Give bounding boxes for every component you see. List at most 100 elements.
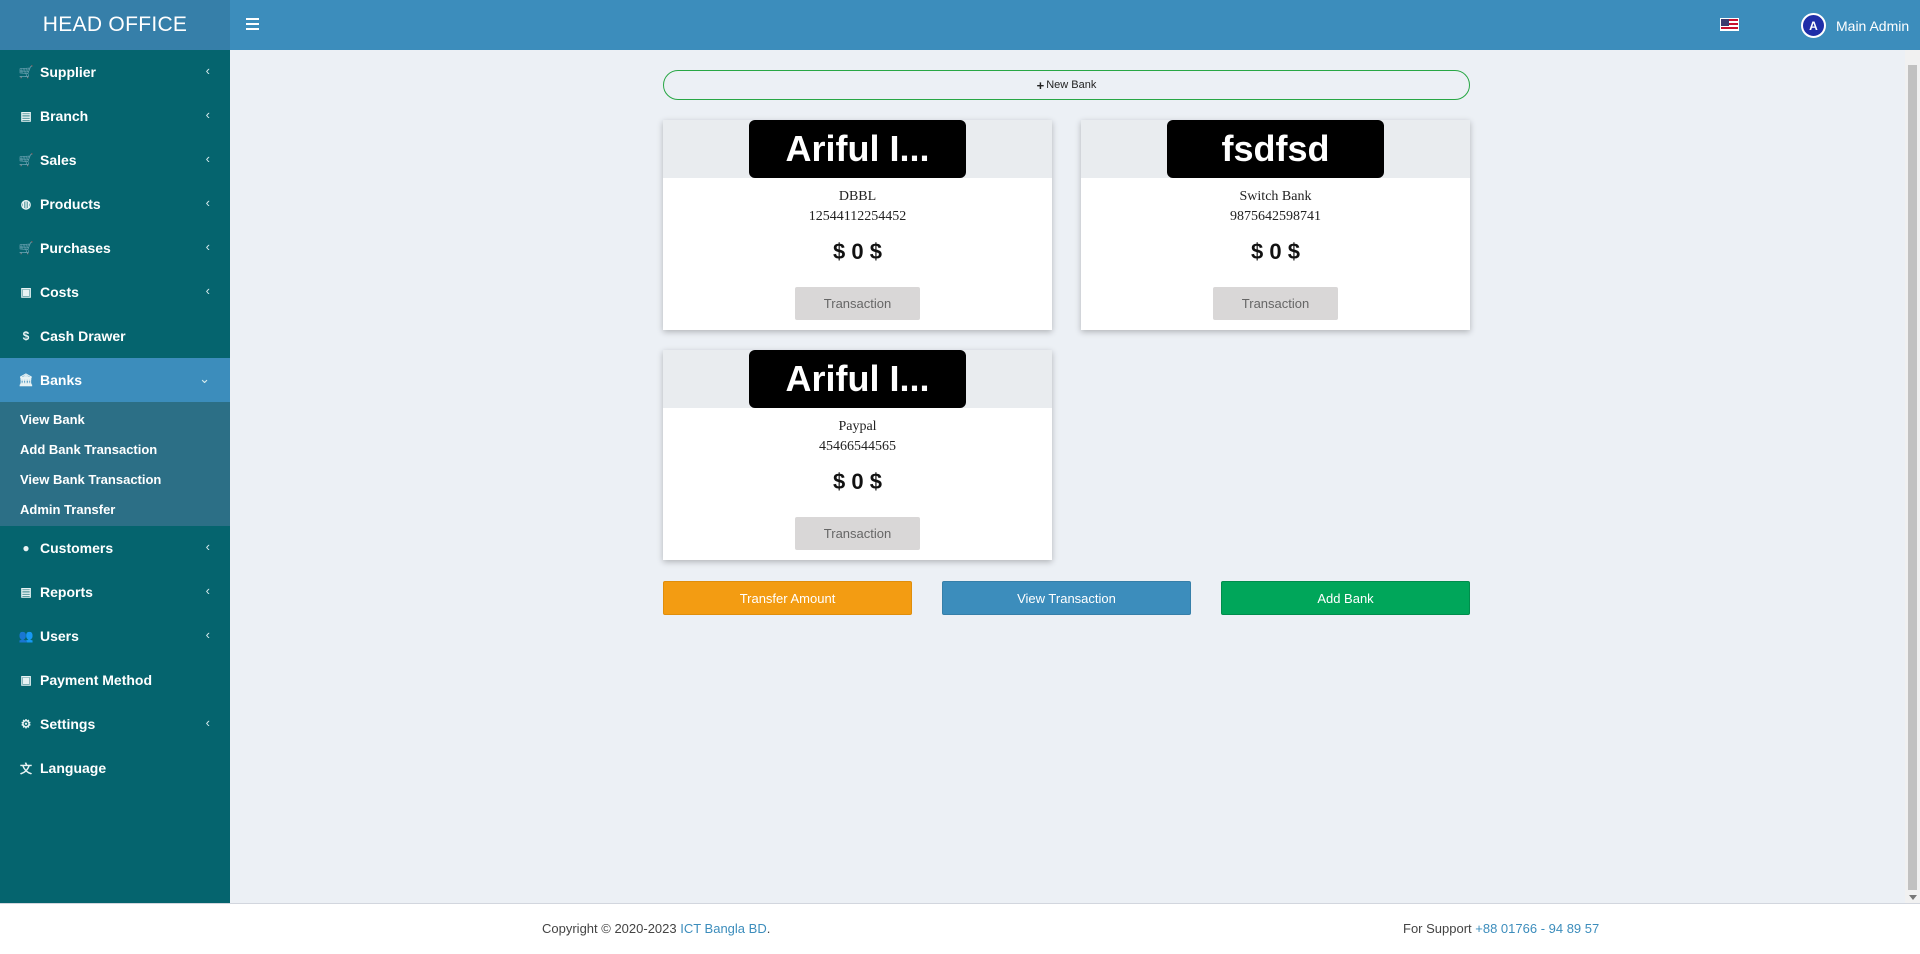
bank-card-header: Ariful I...: [663, 350, 1052, 408]
account-number: 9875642598741: [1230, 209, 1321, 224]
bank-balance: $ 0 $: [1251, 239, 1300, 264]
transaction-button[interactable]: Transaction: [1213, 287, 1338, 320]
new-bank-button[interactable]: + New Bank: [663, 70, 1470, 100]
sidebar-item-label: Customers: [40, 540, 114, 556]
bank-logo: Ariful I...: [749, 350, 966, 408]
dollar-icon: $: [22, 329, 30, 343]
user-name: Main Admin: [1836, 17, 1910, 34]
chevron-down-icon: ⌄: [199, 371, 210, 386]
sidebar-item-label: Language: [40, 760, 107, 776]
sidebar-item-costs[interactable]: ▣ Costs ‹: [0, 270, 230, 314]
copyright-prefix: Copyright © 2020-2023: [542, 921, 681, 936]
sidebar-item-customers[interactable]: ● Customers ‹: [0, 526, 230, 570]
scrollbar[interactable]: [1905, 50, 1920, 903]
sidebar-item-users[interactable]: 👥 Users ‹: [0, 614, 230, 658]
cart-icon: 🛒: [18, 241, 34, 255]
sidebar-item-reports[interactable]: ▤ Reports ‹: [0, 570, 230, 614]
sidebar-item-payment-method[interactable]: ▣ Payment Method: [0, 658, 230, 702]
company-link[interactable]: ICT Bangla BD: [680, 921, 766, 936]
sidebar-item-branch[interactable]: ▤ Branch ‹: [0, 94, 230, 138]
chevron-left-icon: ‹: [205, 107, 210, 122]
user-icon: ●: [22, 541, 30, 555]
submenu-item-view-bank[interactable]: View Bank: [0, 404, 230, 434]
transfer-amount-button[interactable]: Transfer Amount: [663, 581, 912, 615]
chevron-left-icon: ‹: [205, 239, 210, 254]
sidebar-item-label: Sales: [40, 152, 77, 168]
bank-balance: $ 0 $: [833, 469, 882, 494]
sidebar-item-label: Purchases: [40, 240, 111, 256]
sidebar-item-label: Reports: [40, 584, 93, 600]
sidebar-item-products[interactable]: ◍ Products ‹: [0, 182, 230, 226]
cart-icon: 🛒: [18, 65, 34, 79]
account-number: 45466544565: [819, 439, 896, 454]
scrollbar-thumb[interactable]: [1908, 65, 1917, 890]
bank-name: Switch Bank: [1239, 189, 1312, 204]
bank-name: Paypal: [838, 419, 877, 434]
bank-card: Ariful I... DBBL 12544112254452 $ 0 $ Tr…: [663, 120, 1052, 330]
chevron-left-icon: ‹: [205, 627, 210, 642]
file-icon: ▤: [20, 109, 32, 123]
support-text: For Support +88 01766 - 94 89 57: [1403, 921, 1599, 936]
sidebar-item-label: Payment Method: [40, 672, 153, 688]
transaction-button[interactable]: Transaction: [795, 287, 920, 320]
us-flag-icon[interactable]: [1720, 18, 1739, 31]
top-navbar: A Main Admin: [230, 0, 1920, 50]
add-bank-button[interactable]: Add Bank: [1221, 581, 1470, 615]
support-phone-link[interactable]: +88 01766 - 94 89 57: [1475, 921, 1599, 936]
user-menu[interactable]: A Main Admin: [1801, 13, 1909, 38]
new-bank-label: New Bank: [1046, 79, 1097, 91]
sidebar-item-sales[interactable]: 🛒 Sales ‹: [0, 138, 230, 182]
view-transaction-button[interactable]: View Transaction: [942, 581, 1191, 615]
sidebar-item-label: Users: [40, 628, 79, 644]
bank-card-header: Ariful I...: [663, 120, 1052, 178]
sidebar-item-label: Cash Drawer: [40, 328, 126, 344]
gear-icon: ⚙: [20, 717, 32, 731]
copyright-text: Copyright © 2020-2023 ICT Bangla BD.: [542, 921, 770, 936]
bank-name: DBBL: [838, 189, 877, 204]
sidebar-item-label: Settings: [40, 716, 96, 732]
scroll-down-icon[interactable]: [1909, 895, 1917, 900]
language-icon: 文: [19, 761, 32, 776]
transaction-button[interactable]: Transaction: [795, 517, 920, 550]
bank-logo: fsdfsd: [1167, 120, 1384, 178]
submenu-item-admin-transfer[interactable]: Admin Transfer: [0, 494, 230, 524]
sidebar-item-label: Banks: [40, 372, 83, 388]
chevron-left-icon: ‹: [205, 151, 210, 166]
menu-toggle-icon[interactable]: [246, 15, 266, 35]
bank-card-header: fsdfsd: [1081, 120, 1470, 178]
users-icon: 👥: [18, 629, 34, 643]
sidebar-item-supplier[interactable]: 🛒 Supplier ‹: [0, 50, 230, 94]
sidebar-item-language[interactable]: 文 Language: [0, 746, 230, 790]
cart-icon: 🛒: [18, 153, 34, 167]
copyright-suffix: .: [766, 921, 771, 936]
bank-icon: 🏛: [18, 373, 34, 387]
bank-logo: Ariful I...: [749, 120, 966, 178]
money-icon: ▣: [20, 285, 32, 299]
submenu-item-view-bank-transaction[interactable]: View Bank Transaction: [0, 464, 230, 494]
sidebar: 🛒 Supplier ‹ ▤ Branch ‹ 🛒 Sales ‹ ◍ Prod…: [0, 50, 230, 903]
footer: Copyright © 2020-2023 ICT Bangla BD. For…: [0, 903, 1920, 954]
chevron-left-icon: ‹: [205, 195, 210, 210]
bank-card: Ariful I... Paypal 45466544565 $ 0 $ Tra…: [663, 350, 1052, 560]
sidebar-item-banks[interactable]: 🏛 Banks ⌄: [0, 358, 230, 402]
sidebar-item-purchases[interactable]: 🛒 Purchases ‹: [0, 226, 230, 270]
sidebar-item-label: Branch: [40, 108, 89, 124]
globe-icon: ◍: [20, 197, 32, 211]
chevron-left-icon: ‹: [205, 63, 210, 78]
account-number: 12544112254452: [808, 209, 907, 224]
sidebar-item-label: Costs: [40, 284, 79, 300]
sidebar-item-settings[interactable]: ⚙ Settings ‹: [0, 702, 230, 746]
bank-balance: $ 0 $: [833, 239, 882, 264]
sidebar-item-label: Products: [40, 196, 101, 212]
sidebar-item-label: Supplier: [40, 64, 97, 80]
brand-logo[interactable]: HEAD OFFICE: [0, 0, 230, 50]
chevron-left-icon: ‹: [205, 583, 210, 598]
money-icon: ▣: [20, 673, 32, 687]
chevron-left-icon: ‹: [205, 715, 210, 730]
support-prefix: For Support: [1403, 921, 1476, 936]
plus-icon: +: [1036, 77, 1045, 93]
sidebar-item-cash-drawer[interactable]: $ Cash Drawer: [0, 314, 230, 358]
file-icon: ▤: [20, 585, 32, 599]
avatar: A: [1801, 13, 1826, 38]
submenu-item-add-bank-transaction[interactable]: Add Bank Transaction: [0, 434, 230, 464]
